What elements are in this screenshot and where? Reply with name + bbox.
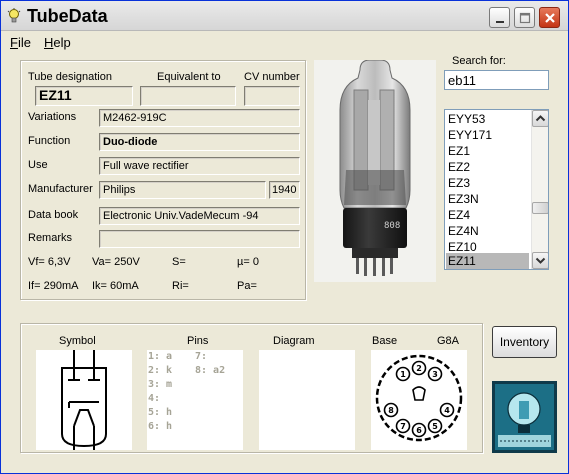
tubedata-logo <box>492 381 557 453</box>
pin-5: 5: h <box>148 407 173 418</box>
list-item-selected[interactable]: EZ11 <box>446 253 529 269</box>
base-pinout-diagram: 1 2 3 4 5 6 7 8 <box>375 354 463 442</box>
function-field[interactable]: Duo-diode <box>99 133 300 151</box>
maximize-icon <box>519 12 531 24</box>
pins-panel: 1: a 2: k 3: m 4: 5: h 6: h 7: 8: a2 <box>147 350 243 450</box>
scroll-up-icon <box>535 115 546 122</box>
remarks-field[interactable] <box>99 230 300 248</box>
tube-list[interactable]: EYY53 EYY171 EZ1 EZ2 EZ3 EZ3N EZ4 EZ4N E… <box>444 109 549 270</box>
base-pin-label: 6 <box>416 426 422 435</box>
base-pin-label: 2 <box>416 364 422 373</box>
ri-value: Ri= <box>172 280 189 292</box>
s-value: S= <box>172 256 186 268</box>
function-label: Function <box>28 135 71 147</box>
ik-value: Ik= 60mA <box>92 280 139 292</box>
manufacturer-field[interactable]: Philips <box>99 181 266 199</box>
tube-photo: 808 <box>314 60 436 282</box>
databook-field[interactable]: Electronic Univ.VadeMecum -94 <box>99 207 300 225</box>
scroll-up-button[interactable] <box>532 110 548 127</box>
scroll-down-icon <box>535 257 546 264</box>
symbol-label: Symbol <box>59 335 96 347</box>
use-field[interactable]: Full wave rectifier <box>99 157 300 175</box>
va-value: Va= 250V <box>92 256 140 268</box>
list-item[interactable]: EZ2 <box>446 159 529 175</box>
list-scrollbar[interactable] <box>531 110 548 269</box>
list-item[interactable]: EYY171 <box>446 127 529 143</box>
svg-text:808: 808 <box>384 221 400 231</box>
minimize-button[interactable] <box>489 7 510 28</box>
base-pin-label: 1 <box>400 370 406 379</box>
menu-file[interactable]: File <box>10 35 31 50</box>
list-item[interactable]: EZ4 <box>446 207 529 223</box>
inventory-button[interactable]: Inventory <box>492 326 557 358</box>
scroll-thumb[interactable] <box>532 202 548 214</box>
lightbulb-icon <box>7 8 21 23</box>
list-item[interactable]: EZ4N <box>446 223 529 239</box>
pin-8: 8: a2 <box>195 365 226 376</box>
variations-label: Variations <box>28 111 77 123</box>
remarks-label: Remarks <box>28 232 73 244</box>
equivalent-field[interactable] <box>140 86 236 106</box>
tube-symbol-diagram <box>61 350 107 450</box>
pin-4: 4: <box>148 393 161 404</box>
base-pin-label: 7 <box>400 422 406 431</box>
pa-value: Pa= <box>237 280 257 292</box>
base-label: Base <box>372 335 398 347</box>
databook-label: Data book <box>28 209 79 221</box>
list-item[interactable]: EZ3N <box>446 191 529 207</box>
search-label: Search for: <box>452 55 506 67</box>
menu-bar: File Help <box>1 32 568 52</box>
use-label: Use <box>28 159 48 171</box>
pin-2: 2: k <box>148 365 173 376</box>
mu-value: µ= 0 <box>237 256 259 268</box>
close-button[interactable] <box>539 7 560 28</box>
if-value: If= 290mA <box>28 280 79 292</box>
list-item[interactable]: EYY53 <box>446 111 529 127</box>
vf-value: Vf= 6,3V <box>28 256 71 268</box>
base-pin-label: 3 <box>432 370 438 379</box>
diagram-label: Diagram <box>273 335 315 347</box>
window-title: TubeData <box>27 6 108 26</box>
search-input[interactable]: eb11 <box>444 70 549 90</box>
app-window: TubeData File Help Tube designation Equi… <box>0 0 569 474</box>
pin-3: 3: m <box>148 379 173 390</box>
base-pin-label: 5 <box>432 422 438 431</box>
tube-designation-label: Tube designation <box>28 71 112 83</box>
base-pin-label: 8 <box>388 406 394 415</box>
tube-designation-field[interactable]: EZ11 <box>35 86 133 106</box>
base-pin-label: 4 <box>444 406 450 415</box>
cv-number-label: CV number <box>244 71 300 83</box>
base-type: G8A <box>437 335 460 347</box>
year-field[interactable]: 1940 <box>269 181 300 199</box>
title-bar[interactable]: TubeData <box>1 1 568 31</box>
base-panel: 1 2 3 4 5 6 7 8 <box>371 350 467 450</box>
list-item[interactable]: EZ1 <box>446 143 529 159</box>
symbol-panel <box>36 350 132 450</box>
cv-number-field[interactable] <box>244 86 300 106</box>
scroll-down-button[interactable] <box>532 252 548 269</box>
maximize-button[interactable] <box>514 7 535 28</box>
pin-6: 6: h <box>148 421 173 432</box>
manufacturer-label: Manufacturer <box>28 183 93 195</box>
list-item[interactable]: EZ3 <box>446 175 529 191</box>
variations-field[interactable]: M2462-919C <box>99 109 300 127</box>
diagram-panel <box>259 350 355 450</box>
pin-7: 7: <box>195 351 208 362</box>
equivalent-label: Equivalent to <box>157 71 221 83</box>
minimize-icon <box>496 21 504 23</box>
close-icon <box>545 13 555 23</box>
pin-1: 1: a <box>148 351 173 362</box>
pins-label: Pins <box>187 335 209 347</box>
menu-help[interactable]: Help <box>44 35 71 50</box>
